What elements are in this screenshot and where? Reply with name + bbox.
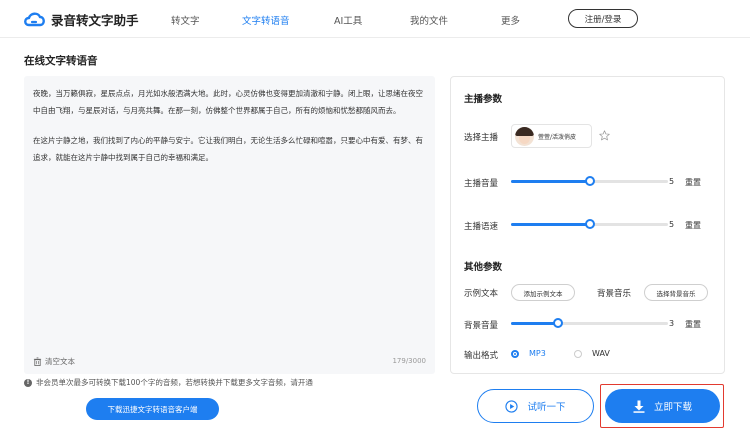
char-count: 179/3000	[392, 357, 426, 365]
text-content[interactable]: 夜晚，当万籁俱寂，星辰点点，月光如水般洒满大地。此时，心灵仿佛也变得更加清澈和宁…	[33, 85, 429, 179]
select-bg-music-button[interactable]: 选择背景音乐	[644, 284, 708, 301]
format-wav-radio[interactable]: WAV	[574, 349, 610, 358]
format-mp3-radio[interactable]: MP3	[511, 349, 546, 358]
nav-speech-to-text[interactable]: 转文字	[171, 13, 200, 27]
download-now-button[interactable]: 立即下载	[605, 389, 720, 423]
download-client-button[interactable]: 下载迅捷文字转语音客户端	[86, 398, 219, 420]
anchor-params-title: 主播参数	[464, 94, 503, 105]
speed-slider[interactable]	[511, 219, 668, 231]
slider-thumb[interactable]	[553, 318, 564, 328]
top-header: 录音转文字助手 转文字 文字转语音 AI工具 我的文件 更多 注册/登录	[0, 0, 750, 38]
member-notice: ! 非会员单次最多可转换下载100个字的音频，若想转换并下载更多文字音频，请开通	[24, 377, 313, 388]
other-params-title: 其他参数	[464, 262, 503, 273]
volume-label: 主播音量	[464, 179, 499, 189]
voice-avatar	[515, 126, 534, 146]
play-circle-icon	[505, 399, 519, 413]
text-input-area[interactable]: 夜晚，当万籁俱寂，星辰点点，月光如水般洒满大地。此时，心灵仿佛也变得更加清澈和宁…	[24, 76, 435, 374]
text-paragraph: 在这片宁静之地，我们找到了内心的平静与安宁。它让我们明白，无论生活多么忙碌和喧嚣…	[33, 136, 423, 162]
voice-selector[interactable]: 萱萱/活泼俏皮	[511, 124, 592, 148]
speed-label: 主播语速	[464, 222, 499, 232]
login-button[interactable]: 注册/登录	[568, 9, 638, 28]
bg-music-label: 背景音乐	[597, 289, 632, 299]
slider-fill	[511, 322, 559, 325]
bg-volume-slider[interactable]	[511, 318, 668, 330]
slider-thumb[interactable]	[584, 219, 595, 229]
nav-text-to-speech[interactable]: 文字转语音	[242, 13, 290, 27]
nav-ai-tools[interactable]: AI工具	[334, 13, 362, 27]
bg-volume-reset-button[interactable]: 重置	[685, 319, 701, 330]
preview-button[interactable]: 试听一下	[477, 389, 594, 423]
bg-volume-value: 3	[669, 319, 675, 328]
text-paragraph: 夜晚，当万籁俱寂，星辰点点，月光如水般洒满大地。此时，心灵仿佛也变得更加清澈和宁…	[33, 89, 423, 115]
radio-circle	[574, 349, 582, 358]
slider-thumb[interactable]	[584, 176, 595, 186]
sample-text-label: 示例文本	[464, 289, 499, 299]
nav-my-files[interactable]: 我的文件	[410, 13, 448, 27]
speed-value: 5	[669, 220, 675, 229]
select-anchor-label: 选择主播	[464, 133, 499, 143]
clear-text-button[interactable]: 清空文本	[33, 356, 75, 367]
cloud-logo-icon	[24, 12, 45, 27]
preview-label: 试听一下	[527, 402, 566, 413]
volume-slider[interactable]	[511, 176, 668, 188]
voice-name: 萱萱/活泼俏皮	[538, 133, 577, 141]
format-wav-label: WAV	[592, 349, 610, 358]
radio-circle	[511, 349, 519, 358]
output-format-label: 输出格式	[464, 351, 499, 361]
nav-more[interactable]: 更多	[501, 13, 520, 27]
trash-icon	[33, 357, 42, 366]
volume-reset-button[interactable]: 重置	[685, 177, 701, 188]
volume-value: 5	[669, 177, 675, 186]
speed-reset-button[interactable]: 重置	[685, 220, 701, 231]
slider-fill	[511, 180, 590, 183]
logo[interactable]: 录音转文字助手	[22, 9, 139, 29]
notice-text: 非会员单次最多可转换下载100个字的音频，若想转换并下载更多文字音频，请开通	[36, 378, 313, 387]
clear-text-label: 清空文本	[45, 357, 75, 366]
logo-text: 录音转文字助手	[51, 12, 139, 28]
star-icon[interactable]	[599, 130, 610, 141]
format-mp3-label: MP3	[529, 349, 546, 358]
download-label: 立即下载	[653, 402, 692, 413]
page-title: 在线文字转语音	[24, 55, 98, 67]
download-icon	[633, 400, 645, 413]
info-icon: !	[24, 378, 32, 387]
add-sample-text-button[interactable]: 添加示例文本	[511, 284, 575, 301]
slider-fill	[511, 223, 590, 226]
params-panel: 主播参数 选择主播 萱萱/活泼俏皮 主播音量 5 重置 主播语速 5 重置 其他…	[450, 76, 725, 374]
bg-volume-label: 背景音量	[464, 321, 499, 331]
